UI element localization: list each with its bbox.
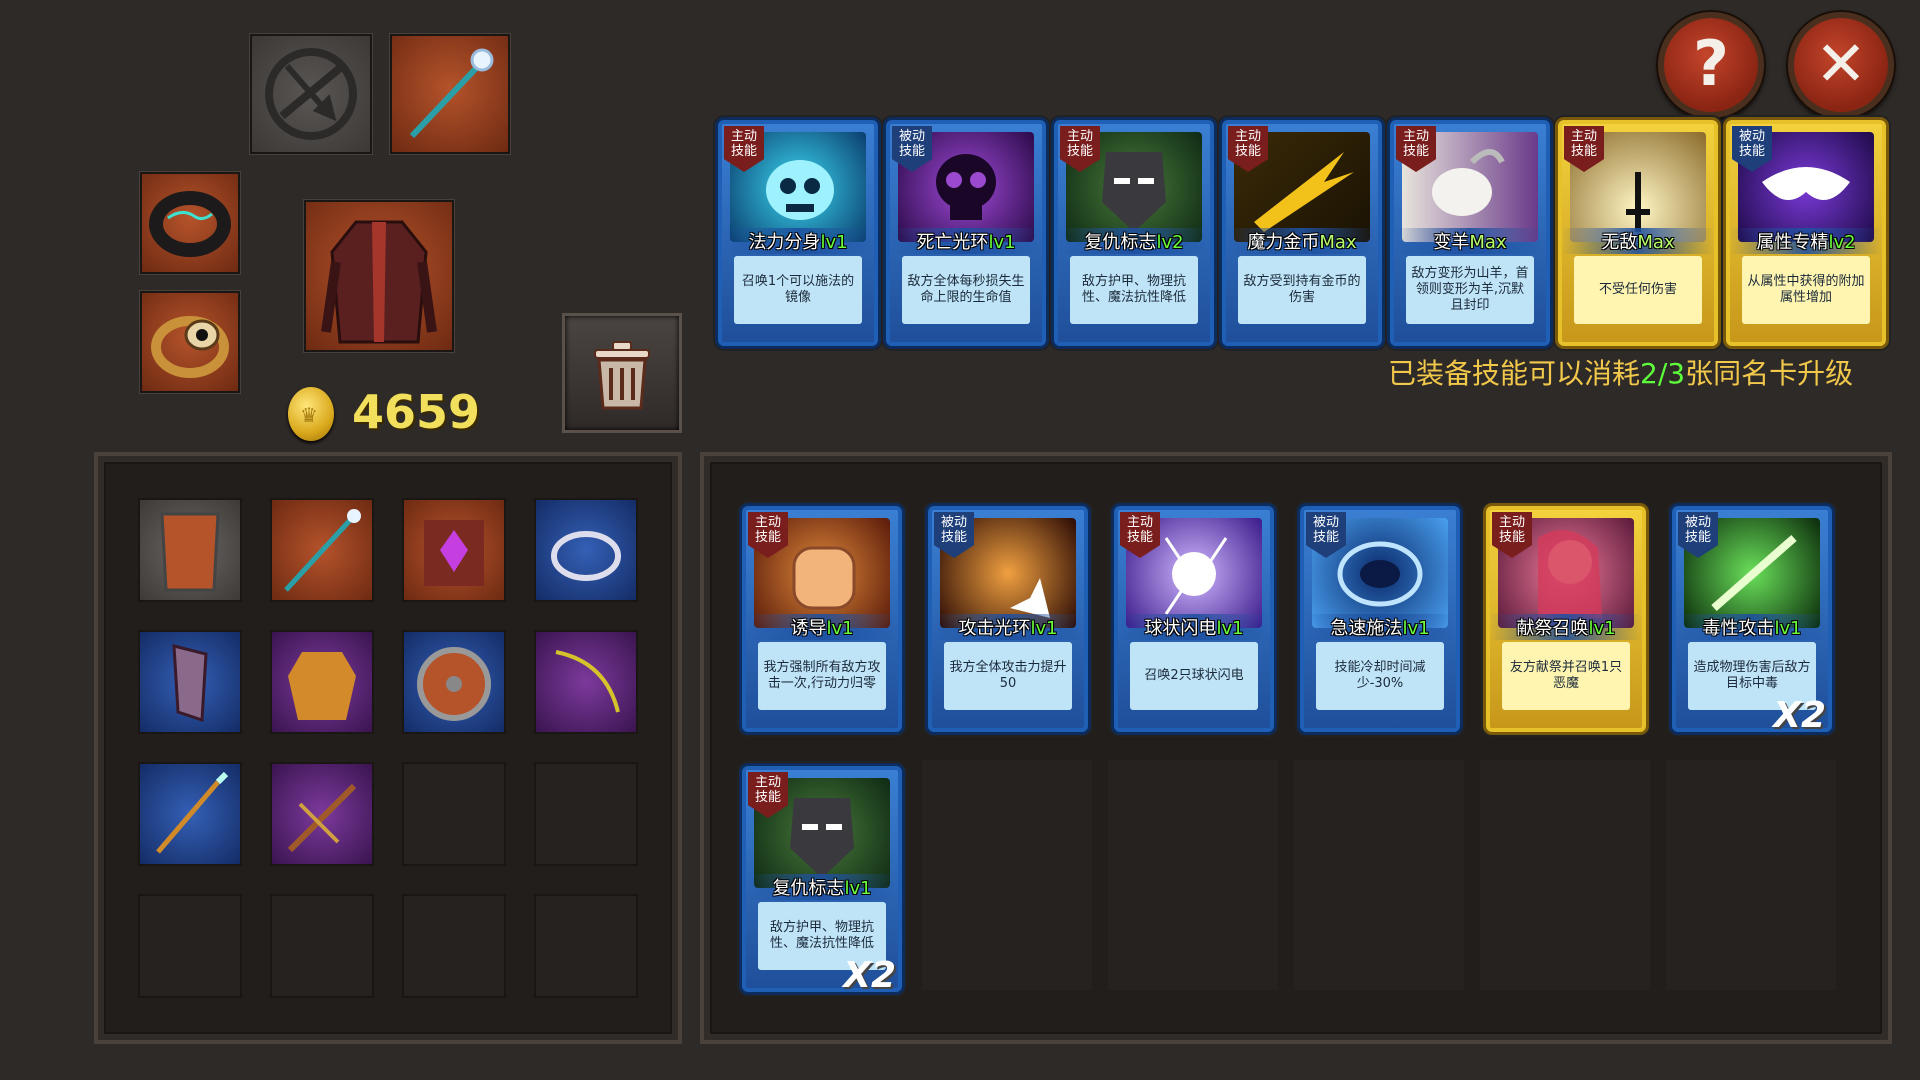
equipped-skill-card[interactable]: 主动 技能 复仇标志lv2 敌方护甲、物理抗性、魔法抗性降低 <box>1054 120 1214 346</box>
skill-description: 不受任何伤害 <box>1574 256 1702 324</box>
staff-icon <box>409 48 494 139</box>
skill-card[interactable]: 被动 技能 急速施法lv1 技能冷却时间减少-30% <box>1300 506 1460 732</box>
item-slot[interactable] <box>270 630 374 734</box>
empty-item-slot[interactable] <box>138 894 242 998</box>
skill-name: 死亡光环lv1 <box>890 228 1042 254</box>
equipped-skill-card[interactable]: 主动 技能 法力分身lv1 召唤1个可以施法的镜像 <box>718 120 878 346</box>
empty-card-slot[interactable] <box>922 760 1092 990</box>
empty-card-slot[interactable] <box>1294 760 1464 990</box>
item-slot[interactable] <box>270 498 374 602</box>
empty-card-slot[interactable] <box>1666 760 1836 990</box>
armor-equip-slot[interactable] <box>304 200 454 352</box>
upgrade-hint-text: 已装备技能可以消耗2/3张同名卡升级 <box>1388 357 1854 390</box>
trash-button[interactable] <box>562 313 682 433</box>
ring-slot-1[interactable] <box>140 172 240 274</box>
wooden-shield-icon <box>160 512 220 592</box>
item-slot[interactable] <box>534 630 638 734</box>
skill-name: 无敌Max <box>1562 228 1714 254</box>
help-button[interactable]: ? <box>1658 12 1764 118</box>
staff-icon <box>284 509 361 592</box>
skill-card[interactable]: 被动 技能 攻击光环lv1 我方全体攻击力提升50 <box>928 506 1088 732</box>
skill-card[interactable]: 被动 技能 毒性攻击lv1 造成物理伤害后敌方目标中毒 X2 <box>1672 506 1832 736</box>
skill-description: 敌方受到持有金币的伤害 <box>1238 256 1366 324</box>
skill-name: 复仇标志lv1 <box>746 874 898 900</box>
spear-icon <box>156 771 229 854</box>
item-slot[interactable] <box>138 630 242 734</box>
skill-card[interactable]: 主动 技能 复仇标志lv1 敌方护甲、物理抗性、魔法抗性降低 X2 <box>742 766 902 996</box>
silver-ring-icon <box>551 531 621 581</box>
skill-description: 召唤2只球状闪电 <box>1130 642 1258 710</box>
skill-name: 攻击光环lv1 <box>932 614 1084 640</box>
empty-card-slot[interactable] <box>1108 760 1278 990</box>
skill-name: 复仇标志lv2 <box>1058 228 1210 254</box>
equipped-skill-card[interactable]: 被动 技能 死亡光环lv1 敌方全体每秒损失生命上限的生命值 <box>886 120 1046 346</box>
empty-item-slot[interactable] <box>402 894 506 998</box>
empty-item-slot[interactable] <box>534 762 638 866</box>
skill-name: 诱导lv1 <box>746 614 898 640</box>
gold-coin-icon: ♛ <box>288 387 334 441</box>
skill-card[interactable]: 主动 技能 球状闪电lv1 召唤2只球状闪电 <box>1114 506 1274 732</box>
round-shield-icon <box>417 647 491 721</box>
item-slot[interactable] <box>270 762 374 866</box>
robe-icon <box>321 220 437 344</box>
no-weapon-icon <box>265 48 357 140</box>
skill-name: 急速施法lv1 <box>1304 614 1456 640</box>
skill-description: 敌方全体每秒损失生命上限的生命值 <box>902 256 1030 324</box>
empty-card-slot[interactable] <box>1480 760 1650 990</box>
black-ring-icon <box>149 191 231 257</box>
item-slot[interactable] <box>402 498 506 602</box>
item-slot[interactable] <box>138 498 242 602</box>
skill-description: 技能冷却时间减少-30% <box>1316 642 1444 710</box>
trash-icon <box>594 341 650 410</box>
empty-item-slot[interactable] <box>534 894 638 998</box>
item-slot[interactable] <box>402 630 506 734</box>
item-inventory-panel <box>94 452 682 1044</box>
equipped-skill-card[interactable]: 主动 技能 无敌Max 不受任何伤害 <box>1558 120 1718 346</box>
equipped-skill-card[interactable]: 主动 技能 变羊Max 敌方变形为山羊，首领则变形为羊,沉默且封印 <box>1390 120 1550 346</box>
bow-icon <box>555 650 620 713</box>
card-count: X2 <box>1773 695 1826 736</box>
close-button[interactable]: ✕ <box>1788 12 1894 118</box>
empty-item-slot[interactable] <box>402 762 506 866</box>
skill-name: 法力分身lv1 <box>722 228 874 254</box>
equipped-skill-card[interactable]: 被动 技能 属性专精lv2 从属性中获得的附加属性增加 <box>1726 120 1886 346</box>
skill-description: 我方强制所有敌方攻击一次,行动力归零 <box>758 642 886 710</box>
item-slot[interactable] <box>138 762 242 866</box>
skill-inventory-panel: 主动 技能 诱导lv1 我方强制所有敌方攻击一次,行动力归零 被动 技能 攻击光… <box>700 452 1892 1044</box>
skill-card[interactable]: 主动 技能 诱导lv1 我方强制所有敌方攻击一次,行动力归零 <box>742 506 902 732</box>
skill-description: 召唤1个可以施法的镜像 <box>734 256 862 324</box>
bracer-icon <box>172 644 208 723</box>
skill-description: 我方全体攻击力提升50 <box>944 642 1072 710</box>
ring-slot-2[interactable] <box>140 291 240 393</box>
weapon-slot-empty[interactable] <box>250 34 372 154</box>
empty-item-slot[interactable] <box>270 894 374 998</box>
spellbook-icon <box>424 520 484 586</box>
skill-name: 球状闪电lv1 <box>1118 614 1270 640</box>
skill-description: 敌方变形为山羊，首领则变形为羊,沉默且封印 <box>1406 256 1534 324</box>
skill-description: 敌方护甲、物理抗性、魔法抗性降低 <box>1070 256 1198 324</box>
staff-equip-slot[interactable] <box>390 34 510 154</box>
skill-card[interactable]: 主动 技能 献祭召唤lv1 友方献祭并召唤1只恶魔 <box>1486 506 1646 732</box>
skill-name: 毒性攻击lv1 <box>1676 614 1828 640</box>
equipped-skill-card[interactable]: 主动 技能 魔力金币Max 敌方受到持有金币的伤害 <box>1222 120 1382 346</box>
skill-name: 献祭召唤lv1 <box>1490 614 1642 640</box>
eye-ring-icon <box>151 316 229 378</box>
skill-description: 友方献祭并召唤1只恶魔 <box>1502 642 1630 710</box>
skill-name: 属性专精lv2 <box>1730 228 1882 254</box>
skill-name: 魔力金币Max <box>1226 228 1378 254</box>
leather-armor-icon <box>288 652 356 720</box>
skill-description: 从属性中获得的附加属性增加 <box>1742 256 1870 324</box>
item-slot[interactable] <box>534 498 638 602</box>
skill-name: 变羊Max <box>1394 228 1546 254</box>
crossbow-icon <box>287 783 357 853</box>
gold-amount: 4659 <box>352 385 481 439</box>
card-count: X2 <box>843 955 896 996</box>
